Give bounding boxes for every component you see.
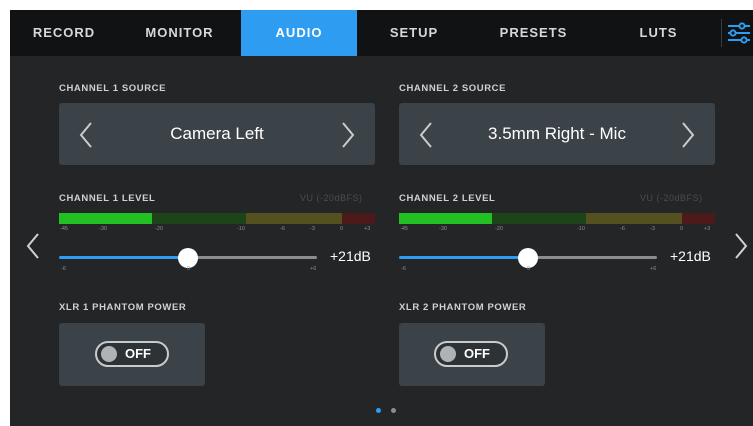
slider-knob[interactable] xyxy=(518,248,538,268)
slider-scale-min: -6 xyxy=(61,266,66,272)
meter-tick-label: -10 xyxy=(237,226,245,232)
tab-bar: RECORD MONITOR AUDIO SETUP PRESETS LUTS xyxy=(10,10,753,56)
meter-tick-label: -30 xyxy=(99,226,107,232)
meter-yellow-segment xyxy=(246,213,342,224)
xlr-2-phantom-power-label: XLR 2 PHANTOM POWER xyxy=(399,302,527,313)
meter-tick-label: -3 xyxy=(650,226,655,232)
chevron-right-icon[interactable] xyxy=(341,122,355,148)
channel-1-meter-scale: -45 -30 -20 -10 -6 -3 0 +3 xyxy=(59,226,375,236)
channel-2-gain-value: +21dB xyxy=(670,248,711,264)
meter-tick-label: 0 xyxy=(680,226,684,232)
channel-1-source-selector[interactable]: Camera Left xyxy=(59,103,375,165)
chevron-left-icon[interactable] xyxy=(419,122,433,148)
slider-track xyxy=(188,256,317,259)
xlr-2-phantom-power-panel: OFF xyxy=(399,323,545,386)
meter-green-segment xyxy=(492,213,586,224)
channel-1-source-value: Camera Left xyxy=(170,124,264,143)
meter-tick-label: -3 xyxy=(310,226,315,232)
toggle-knob xyxy=(440,346,456,362)
slider-knob[interactable] xyxy=(178,248,198,268)
xlr-1-phantom-power-panel: OFF xyxy=(59,323,205,386)
tab-audio[interactable]: AUDIO xyxy=(241,10,357,56)
chevron-right-icon[interactable] xyxy=(681,122,695,148)
tab-record[interactable]: RECORD xyxy=(10,10,118,56)
toggle-state: OFF xyxy=(125,346,151,361)
channel-1-source-label: CHANNEL 1 SOURCE xyxy=(59,83,167,94)
channel-2-audio-meter xyxy=(399,213,715,224)
xlr-1-phantom-power-label: XLR 1 PHANTOM POWER xyxy=(59,302,187,313)
meter-tick-label: -6 xyxy=(280,226,285,232)
meter-tick-label: -10 xyxy=(577,226,585,232)
channel-1-vu-label: VU (-20dBFS) xyxy=(300,193,363,203)
toggle-state: OFF xyxy=(464,346,490,361)
tab-setup[interactable]: SETUP xyxy=(357,10,471,56)
sliders-icon[interactable] xyxy=(724,10,753,56)
meter-tick-label: -6 xyxy=(620,226,625,232)
slider-scale-mid: 0 xyxy=(527,266,531,272)
meter-tick-label: +3 xyxy=(364,226,371,232)
meter-level-fill xyxy=(399,213,492,224)
page-indicator-dot-active[interactable] xyxy=(376,408,381,413)
chevron-left-icon[interactable] xyxy=(79,122,93,148)
meter-tick-label: -20 xyxy=(495,226,503,232)
next-page-chevron-right-icon[interactable] xyxy=(734,232,748,260)
channel-2-level-label: CHANNEL 2 LEVEL xyxy=(399,193,496,204)
channel-2-source-label: CHANNEL 2 SOURCE xyxy=(399,83,507,94)
channel-1-level-label: CHANNEL 1 LEVEL xyxy=(59,193,156,204)
slider-scale-min: -6 xyxy=(401,266,406,272)
xlr-1-phantom-power-toggle[interactable]: OFF xyxy=(95,341,169,367)
slider-track xyxy=(528,256,657,259)
meter-tick-label: -30 xyxy=(439,226,447,232)
tab-monitor[interactable]: MONITOR xyxy=(118,10,241,56)
slider-fill xyxy=(59,256,188,259)
tab-divider xyxy=(721,19,722,47)
tab-presets[interactable]: PRESETS xyxy=(471,10,596,56)
meter-level-fill xyxy=(59,213,152,224)
meter-tick-label: +3 xyxy=(704,226,711,232)
audio-settings-screen: RECORD MONITOR AUDIO SETUP PRESETS LUTS … xyxy=(10,10,753,426)
tab-luts[interactable]: LUTS xyxy=(596,10,721,56)
xlr-2-phantom-power-toggle[interactable]: OFF xyxy=(434,341,508,367)
slider-scale-max: +6 xyxy=(650,266,657,272)
meter-red-segment xyxy=(682,213,715,224)
meter-tick-label: -45 xyxy=(60,226,68,232)
slider-fill xyxy=(399,256,528,259)
channel-2-source-selector[interactable]: 3.5mm Right - Mic xyxy=(399,103,715,165)
slider-scale-mid: 0 xyxy=(187,266,191,272)
channel-2-meter-scale: -45 -30 -20 -10 -6 -3 0 +3 xyxy=(399,226,715,236)
channel-1-audio-meter xyxy=(59,213,375,224)
toggle-knob xyxy=(101,346,117,362)
meter-green-segment xyxy=(152,213,246,224)
channel-1-gain-value: +21dB xyxy=(330,248,371,264)
meter-tick-label: 0 xyxy=(340,226,344,232)
meter-tick-label: -45 xyxy=(400,226,408,232)
meter-red-segment xyxy=(342,213,375,224)
channel-2-vu-label: VU (-20dBFS) xyxy=(640,193,703,203)
previous-page-chevron-left-icon[interactable] xyxy=(26,232,40,260)
meter-yellow-segment xyxy=(586,213,682,224)
channel-2-source-value: 3.5mm Right - Mic xyxy=(488,124,626,143)
page-indicator-dot[interactable] xyxy=(391,408,396,413)
meter-tick-label: -20 xyxy=(155,226,163,232)
slider-scale-max: +6 xyxy=(310,266,317,272)
